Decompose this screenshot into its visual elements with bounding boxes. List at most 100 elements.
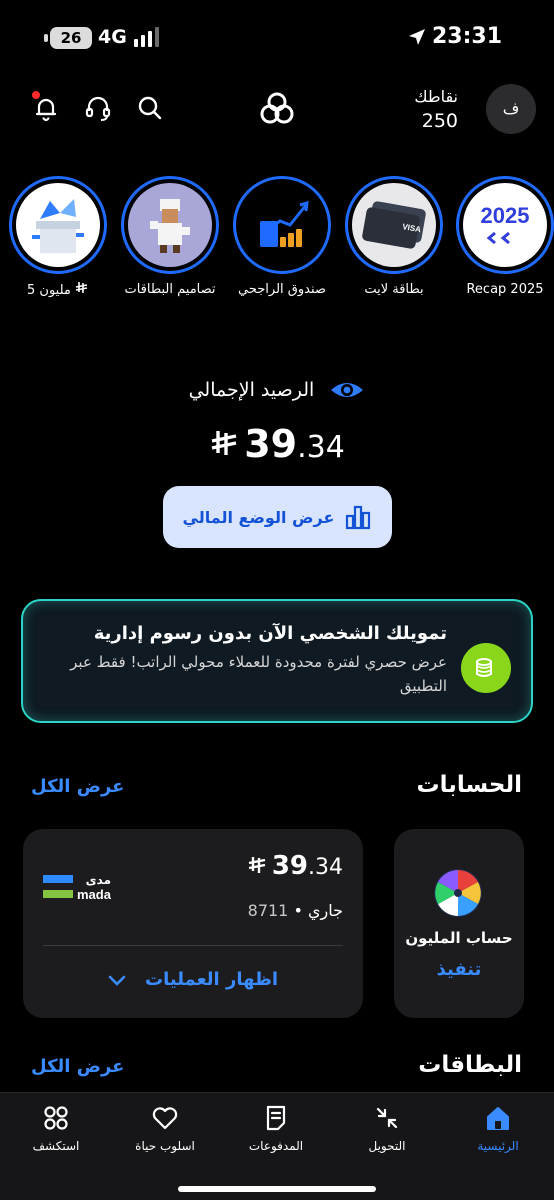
lite-card-art: VISA: [352, 183, 436, 267]
nav-label: التحويل: [368, 1139, 406, 1153]
current-account-card[interactable]: 39.34 جاري • 8711 مدى mada اظهار العمليا…: [23, 829, 363, 1018]
nav-label: اسلوب حياة: [135, 1139, 195, 1153]
coins-glyph: [476, 658, 492, 677]
cards-see-all-link[interactable]: عرض الكل: [31, 1056, 124, 1077]
nav-label: الرئيسية: [477, 1139, 519, 1153]
points-label: نقاطك: [414, 87, 458, 106]
accounts-title: الحسابات: [416, 772, 522, 798]
account-separator: •: [293, 901, 303, 920]
coins-icon: [461, 643, 511, 693]
story-label: 5 مليون: [9, 282, 107, 298]
signal-icon: [134, 27, 159, 47]
account-details: جاري • 8711: [248, 901, 343, 920]
riyal-icon: [75, 282, 88, 293]
story-ring: [233, 176, 331, 274]
story-label: بطاقة لايت: [364, 282, 424, 297]
card-stack-icon: VISA: [362, 201, 426, 249]
payments-icon: [266, 1105, 286, 1131]
show-transactions-button[interactable]: اظهار العمليات: [23, 969, 363, 990]
recap-year-text: 2025: [481, 203, 530, 228]
promo-title: تمويلك الشخصي الآن بدون رسوم إدارية: [93, 623, 447, 644]
account-balance-decimal: .34: [308, 855, 343, 880]
heart-icon: [152, 1107, 178, 1130]
financial-status-button[interactable]: عرض الوضع المالي: [163, 486, 392, 548]
search-icon[interactable]: [134, 92, 166, 124]
notification-badge: [32, 91, 40, 99]
story-lite-card[interactable]: VISA بطاقة لايت: [345, 176, 443, 297]
story-alrajhi-fund[interactable]: صندوق الراجحي: [233, 176, 331, 297]
mada-logo-icon: مدى mada: [43, 873, 112, 902]
story-recap-2025[interactable]: 2025 Recap 2025: [456, 176, 554, 297]
account-balance-main: 39: [271, 851, 308, 881]
story-label: تصاميم البطاقات: [124, 282, 216, 297]
growth-chart-icon: [260, 200, 309, 247]
story-ring: [121, 176, 219, 274]
million-account-card[interactable]: حساب المليون تنفيذ: [394, 829, 524, 1018]
story-label: صندوق الراجحي: [238, 282, 326, 297]
chevron-down-icon: [108, 975, 126, 986]
gift-box-icon: [32, 199, 84, 253]
account-balance: 39.34: [247, 851, 343, 881]
five-million-art: [16, 183, 100, 267]
card-divider: [43, 945, 343, 946]
location-arrow-icon: [409, 29, 425, 45]
riyal-icon: [248, 857, 265, 873]
mada-latin-text: mada: [77, 887, 112, 902]
financial-status-label: عرض الوضع المالي: [182, 507, 335, 527]
card-designs-art: [128, 183, 212, 267]
recap-2025-art: 2025: [463, 183, 547, 267]
promo-text: تمويلك الشخصي الآن بدون رسوم إدارية عرض …: [47, 623, 447, 698]
balance-decimal: .34: [297, 430, 345, 465]
battery-tip: [44, 34, 48, 42]
nav-transfer[interactable]: التحويل: [337, 1101, 437, 1153]
fund-art: [240, 183, 324, 267]
nav-label: استكشف: [32, 1139, 80, 1153]
riyal-icon: [211, 431, 237, 455]
nav-lifestyle[interactable]: اسلوب حياة: [115, 1101, 215, 1153]
status-time: 23:31: [432, 24, 503, 49]
prize-wheel-icon: [434, 869, 482, 917]
home-icon: [487, 1107, 509, 1130]
bar-chart-icon: [346, 505, 371, 530]
nav-home[interactable]: الرئيسية: [448, 1101, 548, 1153]
story-card-designs[interactable]: تصاميم البطاقات: [121, 176, 219, 297]
show-transactions-label: اظهار العمليات: [145, 969, 279, 990]
transfer-icon: [376, 1107, 398, 1129]
app-screen: 26 4G 23:31 نقاطك 250 ف 2025 Recap 2025 …: [0, 0, 554, 1200]
story-ring: 2025: [456, 176, 554, 274]
nav-label: المدفوعات: [248, 1139, 304, 1153]
status-bar: 26 4G 23:31: [0, 0, 554, 76]
cards-title: البطاقات: [418, 1052, 522, 1078]
story-ring: VISA: [345, 176, 443, 274]
promo-description: عرض حصري لفترة محدودة للعملاء محولي الرا…: [70, 653, 447, 695]
story-label-text: 5 مليون: [27, 283, 71, 298]
home-indicator[interactable]: [178, 1186, 376, 1192]
story-ring: [9, 176, 107, 274]
eye-icon[interactable]: [329, 378, 365, 402]
bottom-nav: الرئيسية التحويل المدفوعات اسلوب حياة اس…: [0, 1092, 554, 1200]
account-type: جاري: [307, 901, 343, 920]
network-type: 4G: [98, 26, 127, 48]
recap-2025-graphic: 2025: [481, 203, 530, 245]
balance-main: 39: [244, 422, 298, 466]
total-balance: 39.34: [0, 422, 554, 466]
character-icon: [150, 199, 190, 253]
story-label: Recap 2025: [466, 282, 544, 297]
avatar[interactable]: ف: [486, 84, 536, 134]
accounts-see-all-link[interactable]: عرض الكل: [31, 776, 124, 797]
stories-row: 2025 Recap 2025 VISA بطاقة لايت صندوق ال…: [0, 176, 554, 306]
million-account-name: حساب المليون: [405, 929, 513, 947]
million-account-action[interactable]: تنفيذ: [394, 959, 524, 980]
balance-title-text: الرصيد الإجمالي: [188, 379, 315, 401]
nav-explore[interactable]: استكشف: [6, 1101, 106, 1153]
story-five-million[interactable]: 5 مليون: [9, 176, 107, 298]
points-summary[interactable]: نقاطك 250: [414, 87, 458, 132]
headset-icon[interactable]: [82, 92, 114, 124]
nav-payments[interactable]: المدفوعات: [226, 1101, 326, 1153]
battery-indicator: 26: [50, 27, 92, 49]
account-number: 8711: [247, 901, 289, 920]
promo-banner[interactable]: تمويلك الشخصي الآن بدون رسوم إدارية عرض …: [21, 599, 533, 723]
balance-title: الرصيد الإجمالي: [0, 378, 554, 402]
explore-icon: [44, 1106, 68, 1130]
mada-arabic-text: مدى: [86, 873, 111, 887]
